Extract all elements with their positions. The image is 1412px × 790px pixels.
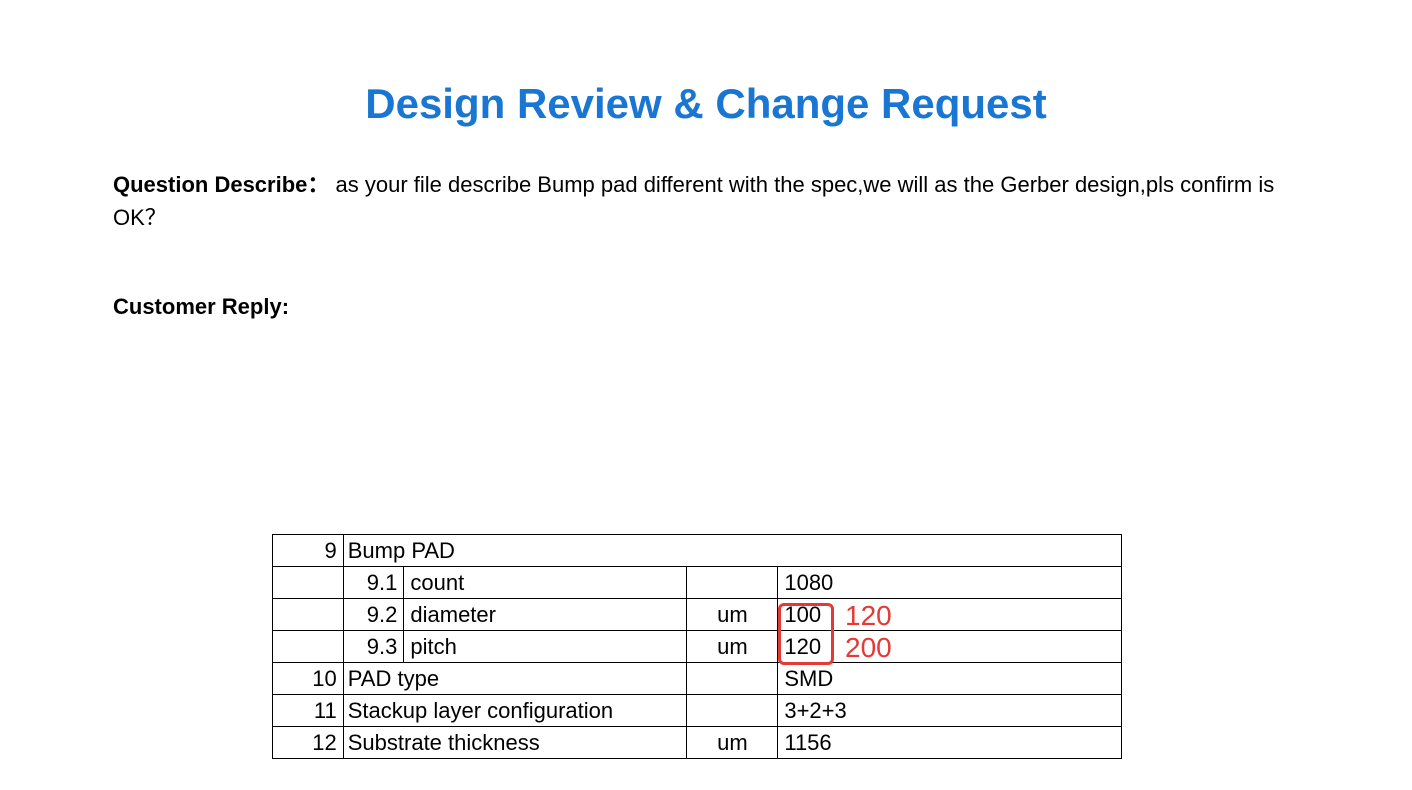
table-row: 12 Substrate thickness um 1156 [273, 727, 1122, 759]
cell-unit [687, 567, 778, 599]
cell-name: diameter [404, 599, 687, 631]
reply-label: Customer Reply: [113, 294, 289, 319]
cell-sub: 9.2 [343, 599, 404, 631]
spec-table: 9 Bump PAD 9.1 count 1080 9.2 diameter u… [272, 534, 1122, 759]
table-row: 9.1 count 1080 [273, 567, 1122, 599]
cell-value: SMD [778, 663, 1122, 695]
cell-unit [687, 695, 778, 727]
cell-name: count [404, 567, 687, 599]
table-row: 9.2 diameter um 100 [273, 599, 1122, 631]
cell-name: Stackup layer configuration [343, 695, 687, 727]
cell-num [273, 567, 344, 599]
cell-name: Bump PAD [343, 535, 1121, 567]
table-row: 9 Bump PAD [273, 535, 1122, 567]
question-label: Question Describe： [113, 172, 329, 197]
cell-sub: 9.3 [343, 631, 404, 663]
cell-value: 100 [778, 599, 1122, 631]
question-section: Question Describe： as your file describe… [113, 168, 1299, 234]
cell-num: 12 [273, 727, 344, 759]
cell-sub: 9.1 [343, 567, 404, 599]
cell-unit: um [687, 727, 778, 759]
cell-unit [687, 663, 778, 695]
page-title: Design Review & Change Request [0, 0, 1412, 168]
cell-num [273, 631, 344, 663]
cell-unit: um [687, 631, 778, 663]
cell-value: 1080 [778, 567, 1122, 599]
reply-section: Customer Reply: [113, 294, 1412, 320]
cell-value: 1156 [778, 727, 1122, 759]
cell-num: 10 [273, 663, 344, 695]
cell-value: 3+2+3 [778, 695, 1122, 727]
cell-num: 9 [273, 535, 344, 567]
cell-name: Substrate thickness [343, 727, 687, 759]
cell-num: 11 [273, 695, 344, 727]
cell-value: 120 [778, 631, 1122, 663]
table-row: 9.3 pitch um 120 [273, 631, 1122, 663]
cell-name: pitch [404, 631, 687, 663]
cell-unit: um [687, 599, 778, 631]
cell-num [273, 599, 344, 631]
cell-name: PAD type [343, 663, 687, 695]
table-row: 11 Stackup layer configuration 3+2+3 [273, 695, 1122, 727]
table-row: 10 PAD type SMD [273, 663, 1122, 695]
